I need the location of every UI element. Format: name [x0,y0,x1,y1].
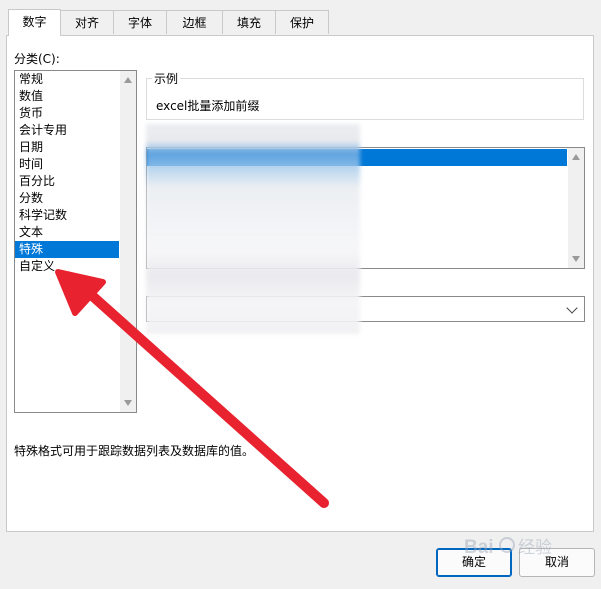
tab-protection[interactable]: 保护 [275,10,329,34]
category-item-fraction[interactable]: 分数 [15,190,119,207]
category-item-number[interactable]: 数值 [15,88,119,105]
tab-fill[interactable]: 填充 [222,10,276,34]
tab-font[interactable]: 字体 [113,10,167,34]
category-item-date[interactable]: 日期 [15,139,119,156]
category-item-custom[interactable]: 自定义 [15,258,119,275]
sample-value: excel批量添加前缀 [156,99,260,113]
dropdown-chevron-icon[interactable] [566,302,578,314]
category-item-percentage[interactable]: 百分比 [15,173,119,190]
scroll-down-arrow-icon[interactable] [572,256,580,262]
category-item-general[interactable]: 常规 [15,71,119,88]
sample-legend: 示例 [152,70,181,87]
tab-alignment[interactable]: 对齐 [60,10,114,34]
category-item-currency[interactable]: 货币 [15,105,119,122]
blurred-region [146,124,360,334]
scroll-up-arrow-icon[interactable] [124,77,132,83]
format-description: 特殊格式可用于跟踪数据列表及数据库的值。 [14,444,255,458]
svg-text:经验: 经验 [518,538,552,557]
tab-number[interactable]: 数字 [8,9,61,36]
category-item-scientific[interactable]: 科学记数 [15,207,119,224]
scroll-down-arrow-icon[interactable] [124,400,132,406]
svg-text:Bai: Bai [464,537,494,558]
watermark-logo: Bai 经验 [462,532,572,562]
category-scrollbar[interactable] [120,71,136,412]
category-label: 分类(C): [14,52,60,66]
scroll-up-arrow-icon[interactable] [572,154,580,160]
type-list-scrollbar[interactable] [568,148,584,268]
category-list[interactable]: 常规 数值 货币 会计专用 日期 时间 百分比 分数 科学记数 文本 特殊 自定… [14,70,137,413]
category-item-text[interactable]: 文本 [15,224,119,241]
category-item-special[interactable]: 特殊 [15,241,119,258]
tab-border[interactable]: 边框 [166,10,223,34]
category-item-accounting[interactable]: 会计专用 [15,122,119,139]
category-item-time[interactable]: 时间 [15,156,119,173]
